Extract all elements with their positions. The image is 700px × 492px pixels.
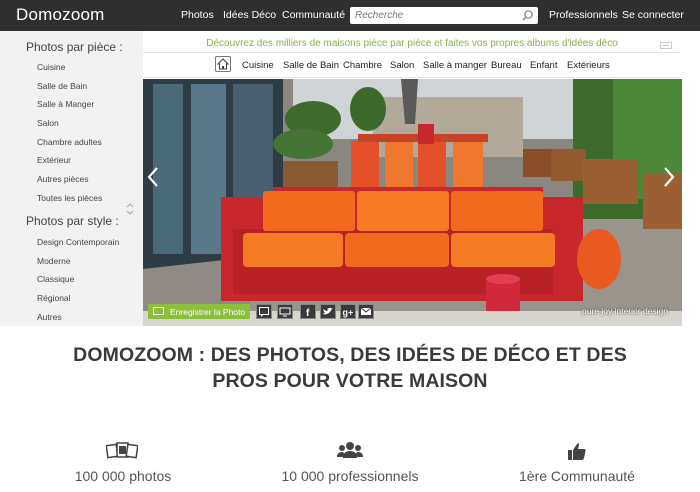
nav-se-connecter[interactable]: Se connecter [622, 9, 684, 21]
terrace-photo-illustration [143, 79, 682, 326]
collapse-icon[interactable] [660, 42, 672, 49]
category-bureau[interactable]: Bureau [491, 60, 522, 71]
hero-photo[interactable] [143, 79, 682, 326]
home-button[interactable] [215, 56, 231, 72]
photos-icon [106, 442, 138, 459]
svg-text:g+: g+ [343, 308, 354, 318]
sidebar-item-cuisine[interactable]: Cuisine [37, 62, 65, 72]
search-box [350, 7, 538, 24]
expand-chevrons-icon[interactable] [126, 202, 134, 216]
sidebar-item-classique[interactable]: Classique [37, 274, 74, 284]
comment-button[interactable] [256, 304, 272, 319]
sidebar-title-pieces: Photos par pièce : [26, 40, 123, 54]
sidebar-item-chambre-adultes[interactable]: Chambre adultes [37, 137, 102, 147]
sidebar-item-autres-pieces[interactable]: Autres pièces [37, 174, 89, 184]
sidebar-title-style: Photos par style : [26, 214, 119, 228]
stat-professionnels: 10 000 professionnels [281, 468, 419, 484]
sidebar-item-moderne[interactable]: Moderne [37, 256, 71, 266]
sidebar-item-autres[interactable]: Autres [37, 312, 62, 322]
sidebar-item-salle-de-bain[interactable]: Salle de Bain [37, 81, 87, 91]
email-button[interactable] [358, 304, 374, 319]
stat-photos: 100 000 photos [74, 468, 172, 484]
category-salon[interactable]: Salon [390, 60, 414, 71]
search-icon[interactable] [521, 9, 534, 22]
category-enfant[interactable]: Enfant [530, 60, 557, 71]
top-navigation-bar: Domozoom Photos Idées Déco Communauté Pr… [0, 0, 700, 31]
category-salle-de-bain[interactable]: Salle de Bain [283, 60, 339, 71]
nav-communaute[interactable]: Communauté [282, 9, 345, 21]
sidebar-item-design-contemporain[interactable]: Design Contemporain [37, 237, 119, 247]
previous-arrow-icon[interactable] [146, 166, 160, 188]
tagline: Découvrez des milliers de maisons pièce … [206, 38, 618, 49]
album-icon [153, 307, 164, 315]
thumbs-up-icon [568, 443, 586, 460]
nav-professionnels[interactable]: Professionnels [549, 9, 618, 21]
save-photo-button[interactable]: Enregistrer la Photo [148, 304, 250, 319]
facebook-button[interactable]: f [300, 304, 316, 319]
email-icon [360, 307, 372, 315]
next-arrow-icon[interactable] [662, 166, 676, 188]
screen-button[interactable] [277, 304, 293, 319]
photo-credit: pure joy interior design [582, 306, 668, 316]
category-salle-a-manger[interactable]: Salle à manger [423, 60, 487, 71]
sidebar-item-regional[interactable]: Régional [37, 293, 71, 303]
twitter-icon [323, 307, 333, 315]
twitter-button[interactable] [320, 304, 336, 319]
svg-text:f: f [306, 308, 310, 318]
home-icon [216, 58, 230, 70]
comment-icon [259, 307, 269, 317]
sidebar: Photos par pièce : Cuisine Salle de Bain… [0, 31, 143, 326]
facebook-icon: f [306, 308, 310, 319]
category-exterieurs[interactable]: Extérieurs [567, 60, 610, 71]
nav-photos[interactable]: Photos [181, 9, 214, 21]
sidebar-item-salon[interactable]: Salon [37, 118, 59, 128]
search-input[interactable] [355, 8, 515, 23]
google-plus-button[interactable]: g+ [340, 304, 356, 319]
people-icon [337, 442, 363, 458]
sidebar-item-salle-a-manger[interactable]: Salle à Manger [37, 99, 94, 109]
sidebar-item-exterieur[interactable]: Extérieur [37, 155, 71, 165]
category-chambre[interactable]: Chambre [343, 60, 382, 71]
headline-line-2: PROS POUR VOTRE MAISON [212, 370, 488, 392]
sidebar-item-toutes-les-pieces[interactable]: Toutes les pièces [37, 193, 102, 203]
headline-line-1: DOMOZOOM : DES PHOTOS, DES IDÉES DE DÉCO… [73, 344, 627, 366]
google-plus-icon: g+ [343, 308, 354, 318]
screen-icon [279, 307, 291, 317]
stat-communaute: 1ère Communauté [519, 468, 635, 484]
nav-idees-deco[interactable]: Idées Déco [223, 9, 276, 21]
page-headline: DOMOZOOM : DES PHOTOS, DES IDÉES DE DÉCO… [40, 342, 660, 394]
site-logo[interactable]: Domozoom [16, 5, 105, 25]
save-photo-label: Enregistrer la Photo [170, 307, 246, 317]
category-cuisine[interactable]: Cuisine [242, 60, 274, 71]
